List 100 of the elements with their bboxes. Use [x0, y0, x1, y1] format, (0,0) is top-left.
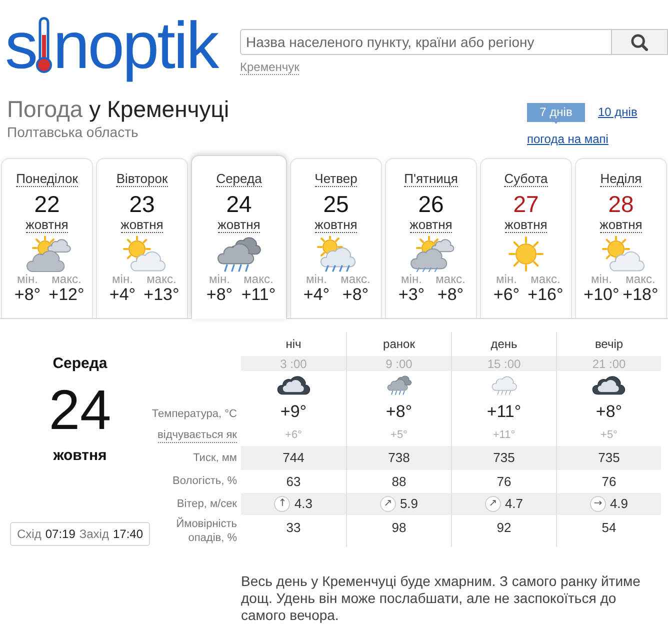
feels-like-label: відчувається як [158, 428, 237, 442]
time-label: 3 :00 [241, 356, 346, 371]
rain-cloud-icon [386, 374, 412, 394]
day-tab[interactable]: Вівторок 23 жовтня мін. макс. +4° +13° [96, 158, 188, 318]
weekday-label: Вівторок [116, 171, 168, 187]
max-temperature: +16° [526, 286, 564, 304]
sun-event-label: Захід [79, 527, 109, 541]
min-label: мін. [400, 273, 423, 286]
max-temperature: +13° [142, 286, 180, 304]
month-label: жовтня [120, 217, 164, 233]
search-button[interactable] [612, 29, 668, 55]
date-number: 23 [129, 191, 155, 217]
map-link[interactable]: погода на мапі [527, 132, 608, 146]
search-icon [631, 34, 648, 50]
region-label: Полтавська область [7, 124, 140, 140]
min-label: мін. [495, 273, 518, 286]
row-label: Тиск, мм [193, 452, 237, 464]
selected-date: 24 [48, 382, 112, 438]
max-label: макс. [146, 273, 178, 286]
date-number: 22 [34, 191, 60, 217]
sun-event-time: 07:19 [45, 527, 76, 541]
min-temperature: +4° [302, 286, 331, 304]
weekday-label: П'ятниця [404, 171, 458, 187]
weekday-label: Середа [216, 171, 262, 187]
day-tab[interactable]: Середа 24 жовтня мін. макс. +8° +11° [191, 155, 287, 319]
min-temperature: +10° [582, 286, 620, 304]
date-number: 25 [323, 191, 349, 217]
temperature-value: +11° [451, 398, 556, 425]
logo-text[interactable]: s [5, 12, 36, 78]
min-temperature: +3° [397, 286, 426, 304]
precipitation-value: 54 [556, 515, 661, 547]
humidity-value: 63 [285, 472, 302, 491]
month-label: жовтня [26, 217, 68, 233]
max-temperature: +12° [48, 286, 86, 304]
month-label: жовтня [314, 217, 358, 233]
day-tab[interactable]: Четвер 25 жовтня мін. макс. +4° +8° [290, 158, 382, 318]
pressure-value: 738 [346, 446, 451, 470]
max-temperature: +8° [341, 286, 370, 304]
sun-icon [508, 236, 544, 272]
date-number: 26 [418, 191, 444, 217]
rain-cloud-icon [490, 374, 518, 394]
temperature-value: +8° [556, 398, 661, 425]
max-label: макс. [242, 273, 274, 286]
weekday-label: Четвер [314, 171, 358, 187]
max-label: макс. [624, 273, 656, 286]
max-label: макс. [434, 273, 466, 286]
time-label: 9 :00 [346, 356, 451, 371]
page-title: Погода у Кременчуці [7, 95, 230, 123]
wind-speed: 4.9 [610, 495, 628, 514]
period-label: ніч [284, 336, 302, 353]
sun-event-label: Схід [17, 527, 42, 541]
min-label: мін. [590, 273, 613, 286]
max-label: макс. [530, 273, 562, 286]
min-label: мін. [305, 273, 328, 286]
month-label: жовтня [504, 217, 548, 233]
min-temperature: +8° [13, 286, 42, 304]
precipitation-value: 33 [285, 519, 302, 537]
min-temperature: +4° [108, 286, 137, 304]
month-label: жовтня [600, 217, 642, 233]
wind-speed: 5.9 [400, 495, 418, 514]
day-tab[interactable]: П'ятниця 26 жовтня мін. макс. +3° +8° [385, 158, 477, 318]
pressure-value: 735 [451, 446, 556, 470]
day-tab[interactable]: Неділя 28 жовтня мін. макс. +10° +18° [575, 158, 667, 318]
month-label: жовтня [218, 217, 260, 233]
recent-search-link[interactable]: Кременчук [240, 60, 300, 75]
date-number: 28 [608, 191, 634, 217]
precipitation-value: 98 [346, 515, 451, 547]
row-label: Вітер, м/сек [176, 498, 237, 510]
min-temperature: +8° [205, 286, 234, 304]
temperature-value: +8° [346, 398, 451, 425]
time-label: 15 :00 [451, 356, 556, 371]
day-tab[interactable]: Понеділок 22 жовтня мін. макс. +8° +12° [1, 158, 93, 318]
row-label: Ймовірність опадів, % [175, 517, 237, 545]
weekday-label: Субота [504, 171, 548, 187]
min-label: мін. [16, 273, 39, 286]
min-label: мін. [111, 273, 134, 286]
weather-summary: Весь день у Кременчуці буде хмарним. З самого ранку йтиме дощ. Удень він може послабшати, але не заспокоїться до самого вечора. [241, 573, 642, 624]
row-label: Вологість, % [172, 475, 237, 488]
wind-speed: 4.3 [294, 495, 313, 514]
range-tab[interactable]: 10 днів [598, 103, 638, 122]
thermometer-icon[interactable] [36, 17, 52, 73]
max-label: макс. [50, 273, 82, 286]
precipitation-value: 92 [451, 515, 556, 547]
date-number: 24 [226, 191, 252, 217]
max-temperature: +11° [240, 286, 277, 304]
sun-event-time: 17:40 [112, 527, 143, 541]
dark-cloud-icon [276, 374, 310, 394]
dark-cloud-icon [592, 374, 626, 394]
search-field[interactable]: Назва населеного пункту, країни або регіону [240, 29, 612, 55]
wind-speed: 4.7 [504, 495, 524, 514]
day-tab[interactable]: Субота 27 жовтня мін. макс. +6° +16° [480, 158, 572, 318]
pressure-value: 735 [556, 446, 661, 470]
max-label: макс. [340, 273, 372, 286]
max-temperature: +8° [436, 286, 465, 304]
feels-like-value: +6° [284, 428, 303, 444]
selected-month: жовтня [53, 447, 107, 465]
pressure-value: 744 [241, 446, 346, 470]
date-number: 27 [513, 191, 539, 217]
weekday-label: Понеділок [16, 171, 78, 187]
month-label: жовтня [410, 217, 452, 233]
